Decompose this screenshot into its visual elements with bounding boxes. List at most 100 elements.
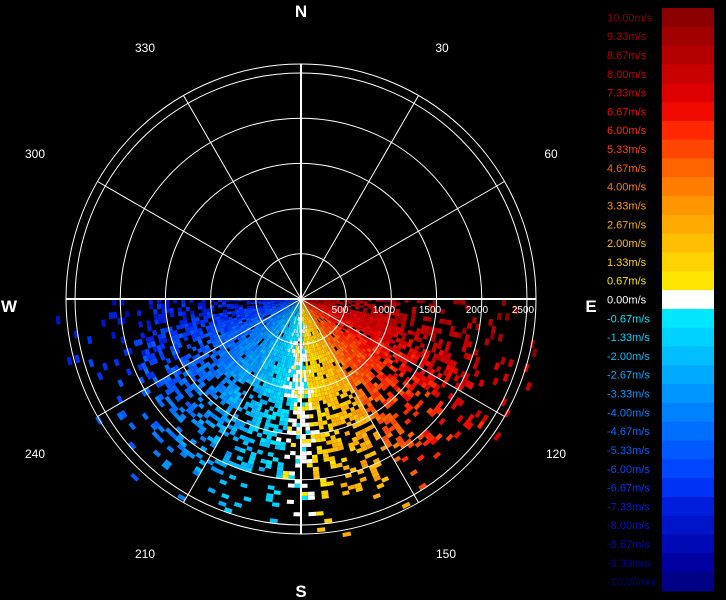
velocity-gate-105 xyxy=(398,312,404,317)
velocity-gate-110 xyxy=(439,318,444,324)
velocity-gate-3077 xyxy=(258,300,263,302)
velocity-gate-25 xyxy=(502,299,507,307)
velocity-gate-3021 xyxy=(230,306,235,309)
velocity-gate-1365 xyxy=(327,448,334,453)
velocity-gate-1520 xyxy=(308,511,317,517)
velocity-gate-1697 xyxy=(282,425,288,431)
velocity-gate-651 xyxy=(414,390,421,397)
velocity-gate-3055 xyxy=(201,305,207,310)
velocity-gate-1614 xyxy=(295,369,299,374)
velocity-gate-1506 xyxy=(304,394,308,399)
velocity-gate-2055 xyxy=(248,394,254,400)
velocity-gate-3046 xyxy=(254,302,259,304)
velocity-gate-1630 xyxy=(288,471,295,476)
velocity-gate-1397 xyxy=(316,408,322,414)
velocity-gate-1472 xyxy=(309,414,314,419)
velocity-gate-2998 xyxy=(206,311,212,316)
velocity-gate-2349 xyxy=(152,449,161,458)
colorbar-label-12: 2.00m/s xyxy=(607,238,647,250)
velocity-gate-1477 xyxy=(311,454,318,459)
velocity-gate-902 xyxy=(416,454,425,462)
velocity-gate-1335 xyxy=(340,482,348,488)
velocity-gate-115 xyxy=(491,325,497,334)
velocity-gate-1468 xyxy=(307,393,312,399)
velocity-gate-1733 xyxy=(279,416,285,422)
velocity-gate-1497 xyxy=(302,353,306,358)
velocity-gate-1623 xyxy=(293,406,298,411)
velocity-gate-585 xyxy=(493,431,502,442)
velocity-gate-616 xyxy=(424,390,431,398)
velocity-gate-1441 xyxy=(320,482,328,487)
velocity-gate-428 xyxy=(435,365,442,373)
velocity-gate-1325 xyxy=(324,407,329,413)
velocity-gate-3067 xyxy=(55,315,61,325)
velocity-gate-1704 xyxy=(273,490,281,495)
velocity-gate-1629 xyxy=(290,450,296,456)
velocity-gate-3004 xyxy=(158,318,163,324)
cardinal-e-label: E xyxy=(585,297,596,316)
velocity-gate-1702 xyxy=(276,470,283,475)
velocity-gate-3007 xyxy=(138,321,143,328)
velocity-gate-3087 xyxy=(156,303,162,310)
velocity-gate-3081 xyxy=(213,301,218,306)
velocity-gate-3026 xyxy=(190,310,195,315)
colorbar-label-26: -7.33m/s xyxy=(607,501,650,513)
colorbar-label-24: -6.00m/s xyxy=(607,464,650,476)
velocity-gate-2881 xyxy=(88,358,95,368)
velocity-gate-1740 xyxy=(267,485,275,491)
velocity-gate-3061 xyxy=(161,308,166,314)
velocity-gate-1436 xyxy=(315,433,321,439)
velocity-gate-1463 xyxy=(306,373,310,378)
velocity-gate-1494 xyxy=(302,341,305,346)
colorbar-swatch-25 xyxy=(662,478,714,498)
range-1500-label: 1500 xyxy=(419,305,442,316)
velocity-gate-177 xyxy=(531,348,538,358)
velocity-gate-106 xyxy=(402,313,408,318)
velocity-gate-87 xyxy=(411,310,417,316)
velocity-gate-1693 xyxy=(284,409,290,415)
range-2000-label: 2000 xyxy=(466,305,489,316)
velocity-gate-1813 xyxy=(258,466,266,472)
velocity-gate-2310 xyxy=(196,412,204,419)
cardinal-w-label: W xyxy=(1,297,18,316)
velocity-gate-139 xyxy=(497,333,504,342)
velocity-gate-1625 xyxy=(292,418,297,423)
velocity-gate-1959 xyxy=(221,493,230,500)
velocity-gate-1878 xyxy=(256,432,263,438)
velocity-gate-89 xyxy=(488,318,493,326)
velocity-gate-1770 xyxy=(276,408,282,413)
colorbar-swatch-30 xyxy=(662,572,714,592)
velocity-gate-108 xyxy=(422,316,428,322)
velocity-gate-1230 xyxy=(359,476,367,483)
velocity-gate-1776 xyxy=(267,451,274,457)
velocity-gate-1404 xyxy=(322,449,329,454)
velocity-gate-1226 xyxy=(344,430,351,437)
colorbar-label-29: -9.33m/s xyxy=(607,558,650,570)
velocity-gate-3001 xyxy=(190,314,196,319)
colorbar-swatch-2 xyxy=(662,45,714,65)
colorbar-swatch-24 xyxy=(662,459,714,479)
velocity-gate-1659 xyxy=(289,401,294,407)
velocity-gate-1508 xyxy=(304,406,309,411)
velocity-gate-726 xyxy=(445,433,454,442)
colorbar-swatch-8 xyxy=(662,158,714,178)
bearing-60-label: 60 xyxy=(544,147,558,161)
velocity-gate-1597 xyxy=(293,512,301,517)
velocity-gate-3003 xyxy=(162,317,167,324)
velocity-gate-1509 xyxy=(305,414,310,419)
velocity-gate-2417 xyxy=(178,406,186,414)
velocity-gate-88 xyxy=(472,317,477,324)
velocity-gate-242 xyxy=(461,345,467,353)
velocity-gate-2030 xyxy=(207,487,216,494)
velocity-gate-37 xyxy=(355,300,360,304)
spoke-60 xyxy=(300,181,505,300)
velocity-gate-3078 xyxy=(254,300,259,303)
velocity-gate-1503 xyxy=(303,382,308,387)
velocity-gate-1518 xyxy=(307,491,315,496)
velocity-gate-756 xyxy=(412,410,420,418)
velocity-gate-1916 xyxy=(246,445,253,452)
bearing-210-label: 210 xyxy=(135,547,155,561)
velocity-gate-2530 xyxy=(141,412,149,421)
bearing-330-label: 330 xyxy=(135,41,155,55)
colorbar-swatch-15 xyxy=(662,290,714,310)
